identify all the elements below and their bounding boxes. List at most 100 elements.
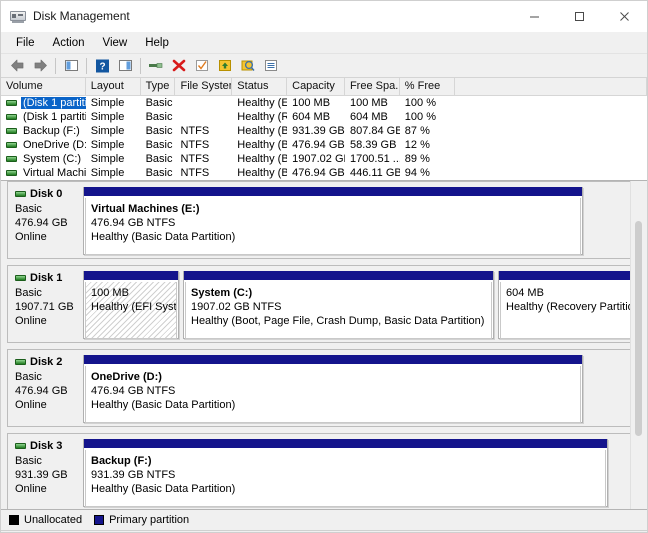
free-space-cell: 58.39 GB: [349, 139, 397, 151]
status-cell: Healthy (B...: [237, 139, 287, 151]
table-row[interactable]: (Disk 1 partition 1) Simple Basic Healthy (…: [1, 96, 647, 110]
menu-view[interactable]: View: [94, 35, 137, 51]
free-space-cell: 100 MB: [349, 97, 388, 109]
legend-swatch: [94, 515, 105, 525]
list-view-icon[interactable]: [260, 55, 282, 76]
maximize-button[interactable]: [557, 1, 602, 31]
disk-info-disk-1[interactable]: Disk 1 Basic 1907.71 GB Online: [7, 265, 79, 343]
table-row[interactable]: Virtual Machines (... Simple Basic NTFS Heal…: [1, 166, 647, 180]
help-icon[interactable]: ?: [91, 55, 113, 76]
volume-name[interactable]: Backup (F:): [21, 125, 82, 137]
disk-panel[interactable]: Disk 2 Basic 476.94 GB Online OneDrive (D:) 4…: [7, 349, 647, 427]
rescan-disks-icon[interactable]: [237, 55, 259, 76]
volume-icon: [6, 100, 17, 106]
partition-block[interactable]: 604 MB Healthy (Recovery Partition): [498, 271, 635, 339]
partition-strip: Backup (F:) 931.39 GB NTFS Healthy (Basic …: [79, 433, 647, 509]
type-cell: Basic: [145, 153, 173, 165]
partition-status: Healthy (Basic Data Partition): [91, 483, 236, 495]
blank-cell: [455, 96, 647, 110]
partition-size: 476.94 GB NTFS: [91, 385, 176, 397]
volume-cell[interactable]: (Disk 1 partition 1): [1, 96, 86, 110]
layout-cell: Simple: [90, 153, 125, 165]
percent-free-cell: 12 %: [404, 139, 430, 151]
column-header-status[interactable]: Status: [232, 78, 288, 95]
partition-status: Healthy (Basic Data Partition): [91, 399, 236, 411]
volume-name[interactable]: System (C:): [21, 153, 83, 165]
column-header-volume[interactable]: Volume: [1, 78, 86, 95]
layout-cell: Simple: [90, 139, 125, 151]
partition-details: System (C:) 1907.02 GB NTFS Healthy (Boot,…: [185, 282, 492, 339]
table-row[interactable]: System (C:) Simple Basic NTFS Healthy (B... 1…: [1, 152, 647, 166]
extend-volume-icon[interactable]: [214, 55, 236, 76]
volume-cell[interactable]: (Disk 1 partition 4): [1, 110, 86, 124]
volume-name[interactable]: (Disk 1 partition 4): [21, 111, 86, 123]
volume-name[interactable]: (Disk 1 partition 1): [21, 97, 86, 109]
table-row[interactable]: (Disk 1 partition 4) Simple Basic Healthy (…: [1, 110, 647, 124]
column-header-free-spa[interactable]: Free Spa...: [345, 78, 400, 95]
disk-panel[interactable]: Disk 0 Basic 476.94 GB Online Virtual Machin…: [7, 181, 647, 259]
properties-icon[interactable]: [145, 55, 167, 76]
volume-cell[interactable]: System (C:): [1, 152, 86, 166]
check-icon[interactable]: [191, 55, 213, 76]
toolbar-separator: [140, 57, 141, 74]
partition-strip: Virtual Machines (E:) 476.94 GB NTFS Healt…: [79, 181, 647, 259]
column-header-blank[interactable]: [455, 78, 647, 95]
disk-panel[interactable]: Disk 3 Basic 931.39 GB Online Backup (F:) 931…: [7, 433, 647, 509]
partition-block[interactable]: Virtual Machines (E:) 476.94 GB NTFS Healt…: [83, 187, 583, 255]
menu-file[interactable]: File: [7, 35, 44, 51]
menu-help[interactable]: Help: [136, 35, 178, 51]
volume-cell[interactable]: OneDrive (D:): [1, 138, 86, 152]
disks-container: Disk 0 Basic 476.94 GB Online Virtual Machin…: [1, 181, 647, 509]
partition-status: Healthy (Recovery Partition): [506, 301, 633, 313]
column-header-file-system[interactable]: File System: [175, 78, 233, 95]
toolbar-separator: [86, 57, 87, 74]
show-hide-action-pane-icon[interactable]: [114, 55, 136, 76]
delete-icon[interactable]: [168, 55, 190, 76]
capacity-cell: 931.39 GB: [292, 125, 345, 137]
volume-name[interactable]: OneDrive (D:): [21, 139, 86, 151]
partition-title: System (C:): [191, 287, 253, 299]
titlebar: Disk Management: [1, 1, 647, 32]
partition-title: OneDrive (D:): [91, 371, 162, 383]
percent-free-cell: 87 %: [404, 125, 430, 137]
partition-capacity-bar: [84, 355, 582, 365]
scrollbar-thumb[interactable]: [635, 221, 642, 436]
disk-type: Basic: [15, 203, 42, 215]
volume-cell[interactable]: Backup (F:): [1, 124, 86, 138]
blank-cell: [455, 152, 647, 166]
disk-info-disk-2[interactable]: Disk 2 Basic 476.94 GB Online: [7, 349, 79, 427]
partition-block[interactable]: OneDrive (D:) 476.94 GB NTFS Healthy (Basi…: [83, 355, 583, 423]
disk-icon: [15, 359, 26, 365]
volume-cell[interactable]: Virtual Machines (...: [1, 166, 86, 180]
volume-name[interactable]: Virtual Machines (...: [21, 167, 86, 179]
column-header-type[interactable]: Type: [141, 78, 176, 95]
volume-list-header: Volume Layout Type File System Status Capacit…: [1, 78, 647, 96]
menu-action[interactable]: Action: [44, 35, 94, 51]
back-arrow-icon[interactable]: [6, 55, 28, 76]
disk-info-disk-0[interactable]: Disk 0 Basic 476.94 GB Online: [7, 181, 79, 259]
minimize-button[interactable]: [512, 1, 557, 31]
column-header-layout[interactable]: Layout: [86, 78, 141, 95]
column-header-capacity[interactable]: Capacity: [287, 78, 345, 95]
capacity-cell: 604 MB: [292, 111, 331, 123]
partition-details: OneDrive (D:) 476.94 GB NTFS Healthy (Basi…: [85, 366, 581, 423]
forward-arrow-icon[interactable]: [29, 55, 51, 76]
show-hide-tree-icon[interactable]: [60, 55, 82, 76]
file-system-cell: NTFS: [180, 139, 210, 151]
table-row[interactable]: Backup (F:) Simple Basic NTFS Healthy (B... 9…: [1, 124, 647, 138]
partition-block[interactable]: System (C:) 1907.02 GB NTFS Healthy (Boot,…: [183, 271, 494, 339]
disk-panel[interactable]: Disk 1 Basic 1907.71 GB Online 100 MB Healthy…: [7, 265, 647, 343]
graphical-view-scrollbar[interactable]: [630, 181, 647, 509]
partition-size: 100 MB: [91, 287, 129, 299]
column-header--free[interactable]: % Free: [400, 78, 455, 95]
partition-block[interactable]: Backup (F:) 931.39 GB NTFS Healthy (Basic …: [83, 439, 608, 507]
disk-info-disk-3[interactable]: Disk 3 Basic 931.39 GB Online: [7, 433, 79, 509]
close-button[interactable]: [602, 1, 647, 31]
table-row[interactable]: OneDrive (D:) Simple Basic NTFS Healthy (B..…: [1, 138, 647, 152]
legend-item: Primary partition: [94, 514, 189, 526]
free-space-cell: 807.84 GB: [349, 125, 400, 137]
capacity-cell: 476.94 GB: [292, 167, 345, 179]
partition-block[interactable]: 100 MB Healthy (EFI System P: [83, 271, 179, 339]
disk-type: Basic: [15, 455, 42, 467]
status-cell: Healthy (B...: [237, 153, 287, 165]
